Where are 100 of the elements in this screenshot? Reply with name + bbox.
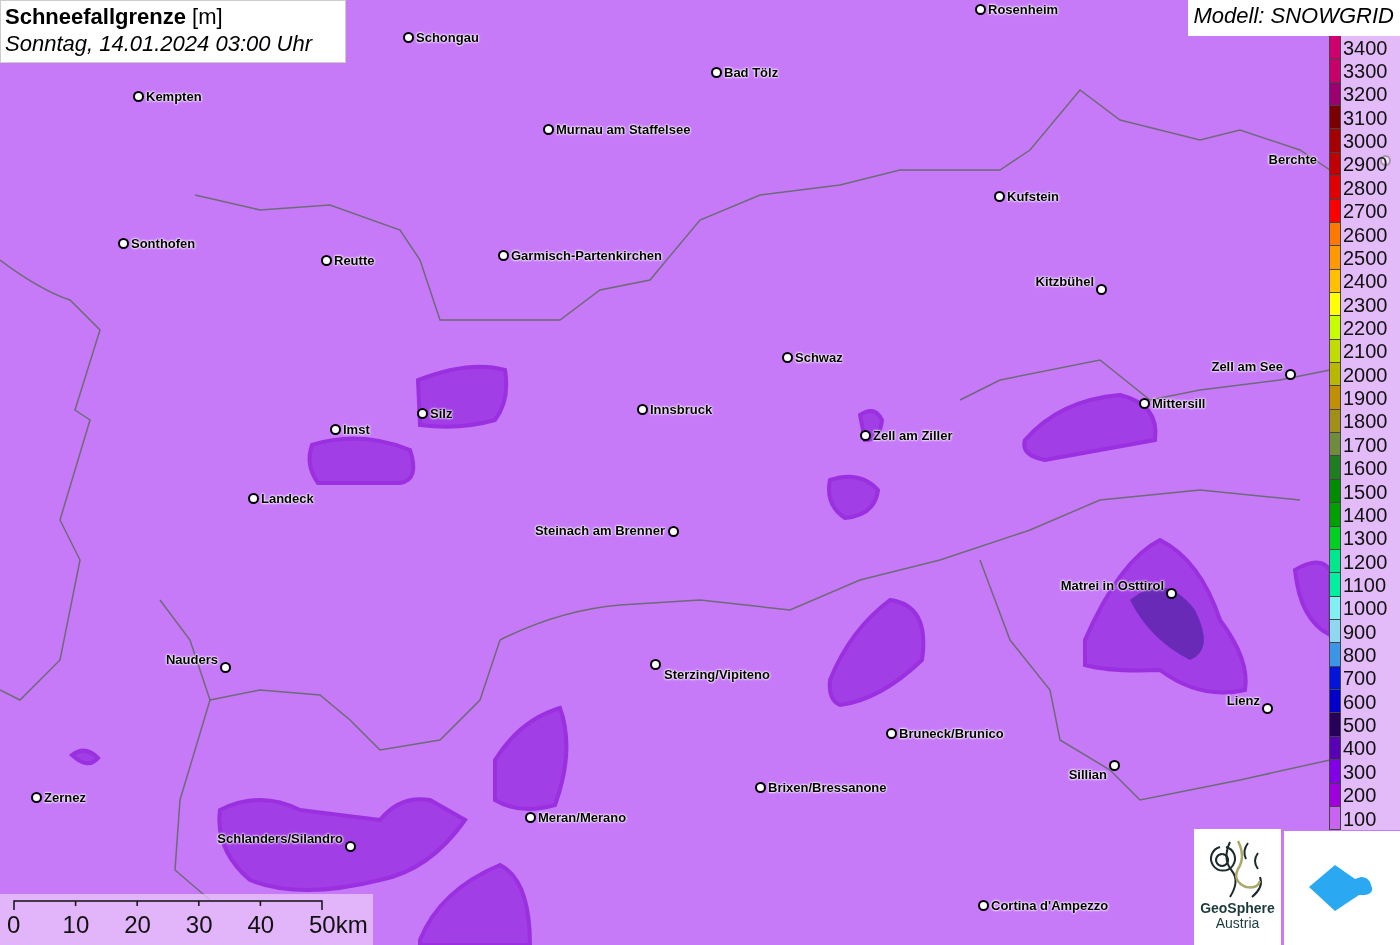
city-marker-icon xyxy=(525,812,536,823)
legend-label: 1600 xyxy=(1343,458,1388,479)
city-marker-icon xyxy=(248,493,259,504)
city-label: Kitzbühel xyxy=(1035,275,1094,288)
city-marker-icon xyxy=(31,792,42,803)
city-label: Landeck xyxy=(261,492,314,505)
legend-label: 3100 xyxy=(1343,107,1388,128)
city-label: Sterzing/Vipiteno xyxy=(664,668,770,681)
city-marker-icon xyxy=(711,67,722,78)
city-label: Reutte xyxy=(334,254,375,267)
city-marker-icon xyxy=(220,662,231,673)
city-label: Bad Tölz xyxy=(724,66,779,79)
city-marker-icon xyxy=(994,191,1005,202)
legend-label: 2800 xyxy=(1343,177,1388,198)
scale-label: 50km xyxy=(309,913,368,937)
city-marker-icon xyxy=(417,408,428,419)
city-marker-icon xyxy=(118,238,129,249)
city-marker-icon xyxy=(668,526,679,537)
legend-label: 1500 xyxy=(1343,481,1388,502)
snow-cloud-logo-icon xyxy=(1309,865,1375,911)
legend-label: 1400 xyxy=(1343,504,1388,525)
city-label: Kempten xyxy=(146,90,202,103)
legend-label: 2000 xyxy=(1343,364,1388,385)
legend-label: 1300 xyxy=(1343,528,1388,549)
city-marker-icon xyxy=(403,32,414,43)
legend-label: 3300 xyxy=(1343,61,1388,82)
city-label: Innsbruck xyxy=(650,403,713,416)
legend-label: 3000 xyxy=(1343,131,1388,152)
scale-bar-icon xyxy=(13,900,323,910)
city-marker-icon xyxy=(321,255,332,266)
city-marker-icon xyxy=(650,659,661,670)
legend-label: 200 xyxy=(1343,785,1377,806)
legend-label: 2600 xyxy=(1343,224,1388,245)
legend-label: 1100 xyxy=(1343,574,1386,595)
city-marker-icon xyxy=(498,250,509,261)
legend-label: 400 xyxy=(1343,738,1377,759)
city-marker-icon xyxy=(1262,703,1273,714)
map-title: Schneefallgrenze [m] xyxy=(5,4,224,30)
legend-label: 100 xyxy=(1343,808,1377,829)
logo-subtitle: Austria xyxy=(1215,916,1260,932)
city-marker-icon xyxy=(886,728,897,739)
city-marker-icon xyxy=(782,352,793,363)
legend-label: 1900 xyxy=(1343,388,1388,409)
legend-label: 3400 xyxy=(1343,37,1388,58)
city-marker-icon xyxy=(1109,760,1120,771)
city-label: Silz xyxy=(430,407,453,420)
city-label: Rosenheim xyxy=(988,3,1059,16)
city-label: Brixen/Bressanone xyxy=(768,781,887,794)
city-label: Matrei in Osttirol xyxy=(1060,579,1164,592)
city-label: Bruneck/Brunico xyxy=(899,727,1004,740)
city-label: Sonthofen xyxy=(131,237,196,250)
legend-label: 900 xyxy=(1343,621,1377,642)
city-marker-icon xyxy=(330,424,341,435)
city-marker-icon xyxy=(1139,398,1150,409)
city-marker-icon xyxy=(133,91,144,102)
legend-label: 2300 xyxy=(1343,294,1388,315)
city-marker-icon xyxy=(755,782,766,793)
precipitation-area xyxy=(70,748,100,766)
legend-label: 2100 xyxy=(1343,341,1388,362)
city-label: Kufstein xyxy=(1007,190,1059,203)
scale-label: 40 xyxy=(247,913,275,937)
precipitation-area xyxy=(827,474,880,520)
city-marker-icon xyxy=(1166,588,1177,599)
city-marker-icon xyxy=(975,4,986,15)
logo-name: GeoSphere xyxy=(1200,901,1275,917)
legend-label: 2200 xyxy=(1343,318,1388,338)
city-label: Mittersill xyxy=(1152,397,1206,410)
model-label: Modell: SNOWGRID xyxy=(1187,0,1400,36)
scale-label: 10 xyxy=(62,913,90,937)
city-label: Schwaz xyxy=(795,351,843,364)
city-label: Steinach am Brenner xyxy=(534,524,665,537)
city-label: Schongau xyxy=(416,31,479,44)
city-label: Lienz xyxy=(1226,694,1260,707)
legend-label: 600 xyxy=(1343,691,1377,712)
legend-label: 500 xyxy=(1343,715,1377,736)
city-marker-icon xyxy=(1096,284,1107,295)
city-marker-icon xyxy=(860,430,871,441)
scale-label: 0 xyxy=(7,913,21,937)
legend-label: 300 xyxy=(1343,761,1377,782)
scale-label: 30 xyxy=(185,913,213,937)
legend-label: 3200 xyxy=(1343,84,1388,105)
legend-label: 800 xyxy=(1343,645,1377,665)
legend-label: 2700 xyxy=(1343,201,1388,222)
city-marker-icon xyxy=(978,900,989,911)
city-label: Cortina d'Ampezzo xyxy=(991,899,1109,912)
legend-label: 1700 xyxy=(1343,434,1388,455)
legend-label: 1200 xyxy=(1343,551,1388,572)
city-marker-icon xyxy=(1285,369,1296,380)
city-label: Sillian xyxy=(1068,768,1107,781)
legend-label: 1800 xyxy=(1343,411,1388,432)
legend-label: 2400 xyxy=(1343,271,1388,292)
city-label: Berchte xyxy=(1268,153,1317,166)
city-label: Meran/Merano xyxy=(538,811,627,824)
city-label: Imst xyxy=(343,423,370,436)
city-label: Zell am See xyxy=(1211,360,1283,373)
legend-label: 1000 xyxy=(1343,598,1388,619)
map-datetime: Sonntag, 14.01.2024 03:00 Uhr xyxy=(5,31,314,57)
legend-label: 2900 xyxy=(1343,154,1388,175)
city-label: Murnau am Staffelsee xyxy=(556,123,691,136)
city-label: Zernez xyxy=(44,791,86,804)
